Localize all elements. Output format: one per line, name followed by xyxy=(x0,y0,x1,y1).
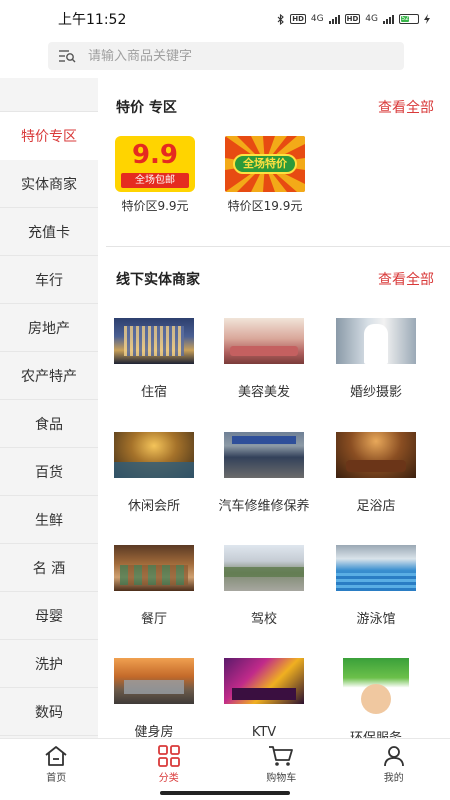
sidebar-item-liquor[interactable]: 名 酒 xyxy=(0,544,98,592)
status-time: 上午11:52 xyxy=(58,12,127,28)
merchant-item-gym[interactable]: 健身房 xyxy=(99,658,209,741)
merchant-item-auto-repair[interactable]: 汽车修维修保养 xyxy=(209,432,319,515)
eco-service-image xyxy=(343,658,409,724)
signal-icon-2 xyxy=(383,14,394,24)
hd-badge-2: HD xyxy=(344,14,361,24)
sidebar-item-merchants[interactable]: 实体商家 xyxy=(0,160,98,208)
swimming-pool-image xyxy=(336,545,416,591)
merchant-item-label: 驾校 xyxy=(250,612,277,627)
leisure-club-image xyxy=(114,432,194,478)
search-list-icon xyxy=(59,50,76,63)
merchant-item-beauty-salon[interactable]: 美容美发 xyxy=(209,318,319,401)
battery-level: 52 xyxy=(401,15,410,22)
foot-spa-image xyxy=(336,432,416,478)
nav-category-label: 分类 xyxy=(158,773,179,784)
sidebar-item-farm-products[interactable]: 农产特产 xyxy=(0,352,98,400)
network-label-2: 4G xyxy=(365,14,378,24)
ktv-image xyxy=(224,658,304,704)
special-item-label: 特价区9.9元 xyxy=(121,199,189,213)
sidebar-item-real-estate[interactable]: 房地产 xyxy=(0,304,98,352)
section-divider xyxy=(106,246,450,247)
merchant-item-label: 汽车修维修保养 xyxy=(218,499,310,514)
nav-home[interactable]: 首页 xyxy=(0,739,113,800)
merchant-item-eco-service[interactable]: 环保服务 xyxy=(321,658,431,747)
category-content: 特价 专区 查看全部 9.9 全场包邮 特价区9.9元 全场特价 特价区19.9… xyxy=(98,78,450,746)
sidebar-item-personal-care[interactable]: 洗护 xyxy=(0,640,98,688)
hd-badge-1: HD xyxy=(290,14,306,24)
nav-cart-label: 购物车 xyxy=(266,773,297,784)
merchant-item-ktv[interactable]: KTV xyxy=(209,658,319,741)
merchant-item-label: 足浴店 xyxy=(356,499,396,514)
beauty-salon-image xyxy=(224,318,304,364)
restaurant-image xyxy=(114,545,194,591)
driving-school-image xyxy=(224,545,304,591)
category-grid-icon xyxy=(157,745,180,767)
nav-profile[interactable]: 我的 xyxy=(338,739,450,800)
special-item-label: 特价区19.9元 xyxy=(227,199,303,213)
merchant-item-leisure-club[interactable]: 休闲会所 xyxy=(99,432,209,515)
merchants-section-title: 线下实体商家 xyxy=(116,272,200,288)
sidebar-item-fresh[interactable]: 生鲜 xyxy=(0,496,98,544)
special-item-9-9[interactable]: 9.9 全场包邮 特价区9.9元 xyxy=(107,136,203,214)
sidebar-spacer xyxy=(0,78,98,112)
merchant-item-restaurant[interactable]: 餐厅 xyxy=(99,545,209,628)
home-icon xyxy=(45,746,67,766)
battery-icon: 52 xyxy=(399,14,419,24)
merchant-item-swimming-pool[interactable]: 游泳馆 xyxy=(321,545,431,628)
sidebar-item-special[interactable]: 特价专区 xyxy=(0,112,98,160)
sidebar-item-baby[interactable]: 母婴 xyxy=(0,592,98,640)
special-9-9-image-price: 9.9 xyxy=(131,140,179,170)
special-section-header: 特价 专区 查看全部 xyxy=(116,95,434,119)
merchants-view-all-link[interactable]: 查看全部 xyxy=(378,269,434,289)
signal-icon-1 xyxy=(328,14,340,24)
merchant-item-label: 婚纱摄影 xyxy=(349,385,402,400)
special-item-19-9[interactable]: 全场特价 特价区19.9元 xyxy=(217,136,313,214)
merchant-item-wedding-photo[interactable]: 婚纱摄影 xyxy=(321,318,431,401)
gym-image xyxy=(114,658,194,704)
sidebar-item-general-goods[interactable]: 百货 xyxy=(0,448,98,496)
sidebar-item-digital[interactable]: 数码 xyxy=(0,688,98,736)
special-section-title: 特价 专区 xyxy=(116,100,177,116)
merchant-item-label: 餐厅 xyxy=(140,612,167,627)
lodging-image xyxy=(114,318,194,364)
merchant-item-label: 游泳馆 xyxy=(356,612,396,627)
special-view-all-link[interactable]: 查看全部 xyxy=(378,97,434,117)
merchant-item-label: 美容美发 xyxy=(237,385,290,400)
home-indicator[interactable] xyxy=(160,791,290,795)
wedding-photo-image xyxy=(336,318,416,364)
special-9-9-image-caption: 全场包邮 xyxy=(121,173,189,188)
sidebar-item-car-dealer[interactable]: 车行 xyxy=(0,256,98,304)
special-19-9-image-text: 全场特价 xyxy=(233,154,297,174)
cart-icon xyxy=(269,746,294,766)
sidebar-item-food[interactable]: 食品 xyxy=(0,400,98,448)
sidebar-item-recharge-card[interactable]: 充值卡 xyxy=(0,208,98,256)
special-9-9-image: 9.9 全场包邮 xyxy=(115,136,195,192)
category-sidebar: 特价专区 实体商家 充值卡 车行 房地产 农产特产 食品 百货 生鲜 名 酒 母… xyxy=(0,78,98,738)
status-bar: 上午11:52 HD 4G HD 4G 52 xyxy=(0,0,450,38)
user-icon xyxy=(383,746,404,767)
merchant-item-foot-spa[interactable]: 足浴店 xyxy=(321,432,431,515)
screen: 上午11:52 HD 4G HD 4G 52 请输入商品关键字 特价专区 实体商… xyxy=(0,0,450,800)
merchant-item-driving-school[interactable]: 驾校 xyxy=(209,545,319,628)
nav-home-label: 首页 xyxy=(46,773,67,784)
nav-profile-label: 我的 xyxy=(383,773,404,784)
status-icons: HD 4G HD 4G 52 xyxy=(277,13,430,25)
merchant-item-label: 住宿 xyxy=(140,385,167,400)
merchant-item-lodging[interactable]: 住宿 xyxy=(99,318,209,401)
merchants-section-header: 线下实体商家 查看全部 xyxy=(116,267,434,291)
merchant-item-label: 休闲会所 xyxy=(127,499,180,514)
special-19-9-image: 全场特价 xyxy=(225,136,305,192)
bluetooth-icon xyxy=(277,13,285,25)
network-label-1: 4G xyxy=(310,14,324,24)
search-input[interactable] xyxy=(88,48,388,64)
charging-icon xyxy=(424,14,430,24)
search-bar[interactable] xyxy=(48,42,404,70)
auto-repair-image xyxy=(224,432,304,478)
